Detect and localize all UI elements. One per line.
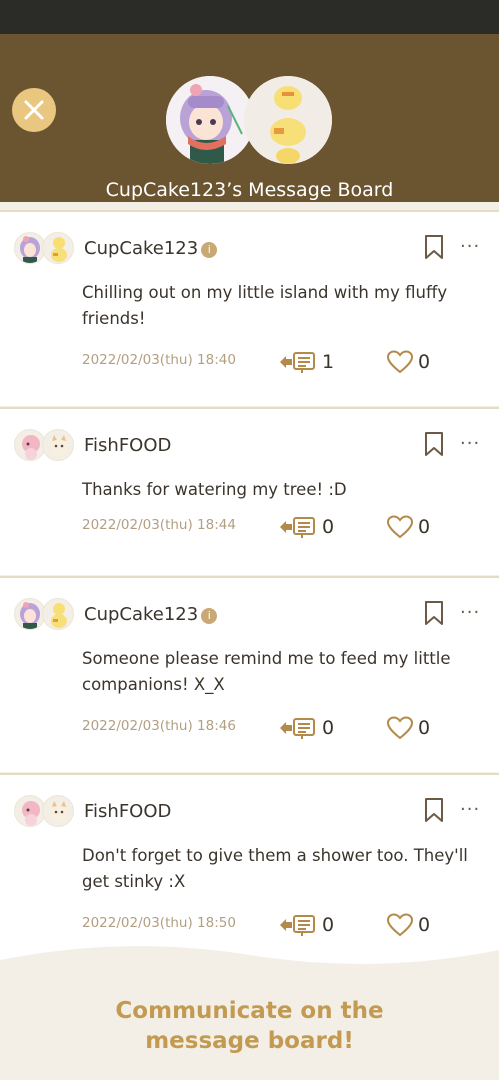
pet-avatar[interactable]: [244, 76, 332, 164]
more-options-icon[interactable]: ···: [460, 799, 480, 820]
cat-avatar-icon: [50, 435, 68, 456]
promo-caption: Communicate on the message board!: [115, 998, 384, 1054]
pet-avatar[interactable]: [42, 232, 74, 264]
author-name[interactable]: CupCake123 i: [84, 604, 218, 625]
comment-count: 0: [322, 717, 335, 739]
comment-button[interactable]: 0: [278, 716, 334, 740]
message-text: Chilling out on my little island with my…: [82, 283, 448, 328]
timestamp: 2022/02/03(thu) 18:46: [82, 718, 236, 734]
heart-icon: [386, 350, 414, 374]
author-name[interactable]: FishFOOD: [84, 801, 171, 822]
like-count: 0: [418, 717, 431, 739]
comment-icon: [280, 718, 315, 739]
message-text: Someone please remind me to feed my litt…: [82, 649, 451, 694]
bookmark-icon[interactable]: [424, 234, 444, 260]
pet-avatar[interactable]: [42, 795, 74, 827]
pet-avatar[interactable]: [42, 429, 74, 461]
comment-icon: [280, 517, 315, 538]
more-options-icon[interactable]: ···: [460, 602, 480, 623]
bookmark-icon[interactable]: [424, 431, 444, 457]
owner-avatar[interactable]: [166, 76, 254, 164]
heart-icon: [386, 515, 414, 539]
message-text: Don't forget to give them a shower too. …: [82, 846, 468, 891]
info-badge-icon: i: [201, 608, 218, 624]
like-count: 0: [418, 351, 431, 373]
status-bar: [0, 0, 499, 34]
comment-count: 0: [322, 516, 335, 538]
chick-avatar-icon: [244, 76, 332, 164]
like-button[interactable]: 0: [386, 716, 430, 740]
board-header: CupCake123’s Message Board: [0, 34, 499, 202]
heart-icon: [386, 716, 414, 740]
more-options-icon[interactable]: ···: [460, 236, 480, 257]
bookmark-icon[interactable]: [424, 600, 444, 626]
cat-avatar-icon: [50, 801, 68, 822]
more-options-icon[interactable]: ···: [460, 433, 480, 454]
bookmark-icon[interactable]: [424, 797, 444, 823]
like-button[interactable]: 0: [386, 515, 430, 539]
wave-divider: [0, 946, 499, 990]
timestamp: 2022/02/03(thu) 18:40: [82, 352, 236, 368]
comment-button[interactable]: 0: [278, 515, 334, 539]
girl-avatar-icon: [166, 76, 254, 164]
author-name[interactable]: FishFOOD: [84, 435, 171, 456]
chick-avatar-icon: [51, 237, 67, 262]
like-button[interactable]: 0: [386, 350, 430, 374]
message-post: FishFOOD ··· Thanks for watering my tree…: [0, 407, 499, 575]
message-text: Thanks for watering my tree! :D: [82, 480, 347, 499]
timestamp: 2022/02/03(thu) 18:50: [82, 915, 236, 931]
info-badge-icon: i: [201, 242, 218, 258]
timestamp: 2022/02/03(thu) 18:44: [82, 517, 236, 533]
comment-icon: [280, 352, 315, 373]
page-title: CupCake123’s Message Board: [105, 179, 394, 201]
message-post: CupCake123 i ··· Someone please remind me…: [0, 576, 499, 772]
message-post: CupCake123 i ··· Chilling out on my littl…: [0, 210, 499, 406]
close-icon: [24, 100, 44, 120]
comment-button[interactable]: 1: [278, 350, 334, 374]
close-button[interactable]: [12, 88, 56, 132]
pet-avatar[interactable]: [42, 598, 74, 630]
author-name[interactable]: CupCake123 i: [84, 238, 218, 259]
like-count: 0: [418, 516, 431, 538]
chick-avatar-icon: [51, 603, 67, 628]
comment-count: 1: [322, 351, 335, 373]
